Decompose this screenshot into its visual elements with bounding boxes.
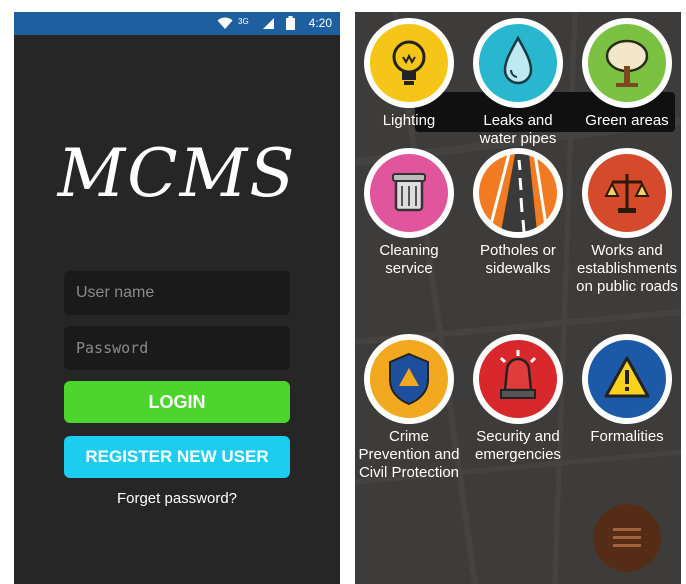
category-label: Cleaning service [379, 242, 439, 277]
category-label: Leaks and water pipes [479, 112, 557, 147]
network-type: 3G [238, 17, 249, 26]
forget-password-link[interactable]: Forget password? [14, 490, 340, 507]
login-screen: 3G 4:20 MCMS User name Password LOGIN RE… [14, 12, 340, 584]
road-icon [473, 148, 563, 238]
water-drop-icon [473, 18, 563, 108]
hamburger-menu-icon[interactable] [593, 504, 661, 572]
category-label: Security and emergencies [475, 428, 561, 463]
username-input[interactable]: User name [64, 271, 290, 315]
app-logo: MCMS [57, 135, 297, 212]
password-input[interactable]: Password [64, 326, 290, 370]
scales-icon [582, 148, 672, 238]
category-tile[interactable]: Works and establishments on public roads [573, 148, 681, 296]
battery-icon [286, 16, 295, 30]
wifi-icon [217, 17, 233, 29]
category-tile[interactable]: Green areas [573, 18, 681, 130]
category-tile[interactable]: Crime Prevention and Civil Protection [355, 334, 463, 482]
login-button[interactable]: LOGIN [64, 381, 290, 423]
category-label: Potholes or sidewalks [480, 242, 556, 277]
shield-icon [364, 334, 454, 424]
category-label: Works and establishments on public roads [576, 242, 678, 295]
category-tile[interactable]: Formalities [573, 334, 681, 446]
category-tile[interactable]: Security and emergencies [464, 334, 572, 464]
category-label: Formalities [590, 428, 664, 445]
register-button[interactable]: REGISTER NEW USER [64, 436, 290, 478]
trash-bin-icon [364, 148, 454, 238]
siren-icon [473, 334, 563, 424]
signal-icon [263, 18, 274, 29]
category-label: Crime Prevention and Civil Protection [358, 428, 460, 481]
tree-icon [582, 18, 672, 108]
category-tile[interactable]: Cleaning service [355, 148, 463, 278]
category-tile[interactable]: Leaks and water pipes [464, 18, 572, 148]
category-label: Lighting [382, 112, 436, 129]
category-tile[interactable]: Lighting [355, 18, 463, 130]
category-tile[interactable]: Potholes or sidewalks [464, 148, 572, 278]
category-label: Green areas [585, 112, 669, 129]
categories-screen: Lighting Leaks and water pipes Green areas… [355, 12, 681, 584]
warning-icon [582, 334, 672, 424]
status-bar: 3G 4:20 [14, 12, 340, 35]
status-time: 4:20 [308, 16, 332, 30]
lightbulb-icon [364, 18, 454, 108]
